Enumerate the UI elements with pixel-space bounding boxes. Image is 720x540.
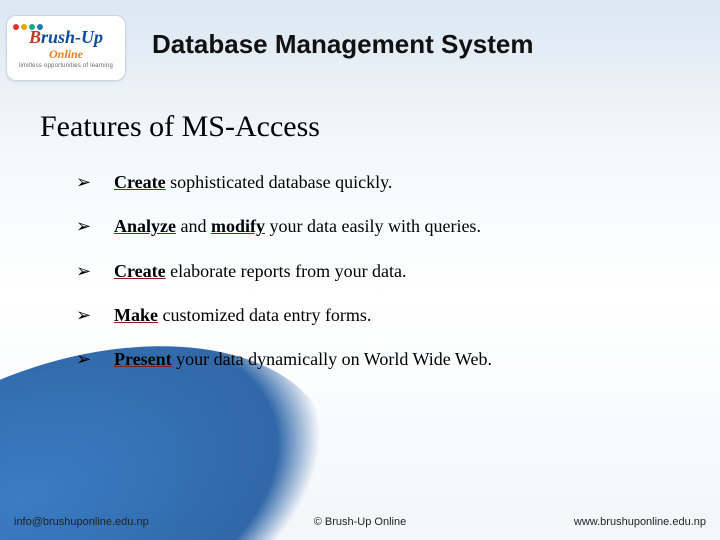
section-heading: Features of MS-Access <box>40 112 320 142</box>
slide: Brush-Up Online limitless opportunities … <box>0 0 720 540</box>
logo-main-rest: rush-Up <box>41 27 103 47</box>
footer-copyright: © Brush-Up Online <box>0 517 720 528</box>
list-item: Present your data dynamically on World W… <box>76 347 660 371</box>
list-item: Make customized data entry forms. <box>76 303 660 327</box>
header: Brush-Up Online limitless opportunities … <box>0 0 720 88</box>
list-item: Create elaborate reports from your data. <box>76 259 660 283</box>
keyword: Make <box>114 305 158 325</box>
keyword: Create <box>114 261 166 281</box>
keyword: modify <box>211 216 265 236</box>
keyword: Analyze <box>114 216 176 236</box>
logo-dots-icon <box>13 24 43 30</box>
list-item: Analyze and modify your data easily with… <box>76 214 660 238</box>
list-item: Create sophisticated database quickly. <box>76 170 660 194</box>
bullet-text: and <box>176 216 211 236</box>
bullet-text: your data dynamically on World Wide Web. <box>172 349 492 369</box>
bullet-list: Create sophisticated database quickly. A… <box>76 170 660 391</box>
logo-sub: Online <box>49 48 83 60</box>
logo: Brush-Up Online limitless opportunities … <box>6 15 126 81</box>
page-title: Database Management System <box>126 31 720 57</box>
bullet-text: elaborate reports from your data. <box>166 261 407 281</box>
footer: info@brushuponline.edu.np © Brush-Up Onl… <box>0 510 720 534</box>
logo-tag: limitless opportunities of learning <box>19 63 113 69</box>
keyword: Create <box>114 172 166 192</box>
bullet-text: sophisticated database quickly. <box>166 172 393 192</box>
keyword: Present <box>114 349 172 369</box>
logo-main: Brush-Up <box>29 28 103 46</box>
bullet-text: customized data entry forms. <box>158 305 371 325</box>
bullet-text: your data easily with queries. <box>265 216 481 236</box>
